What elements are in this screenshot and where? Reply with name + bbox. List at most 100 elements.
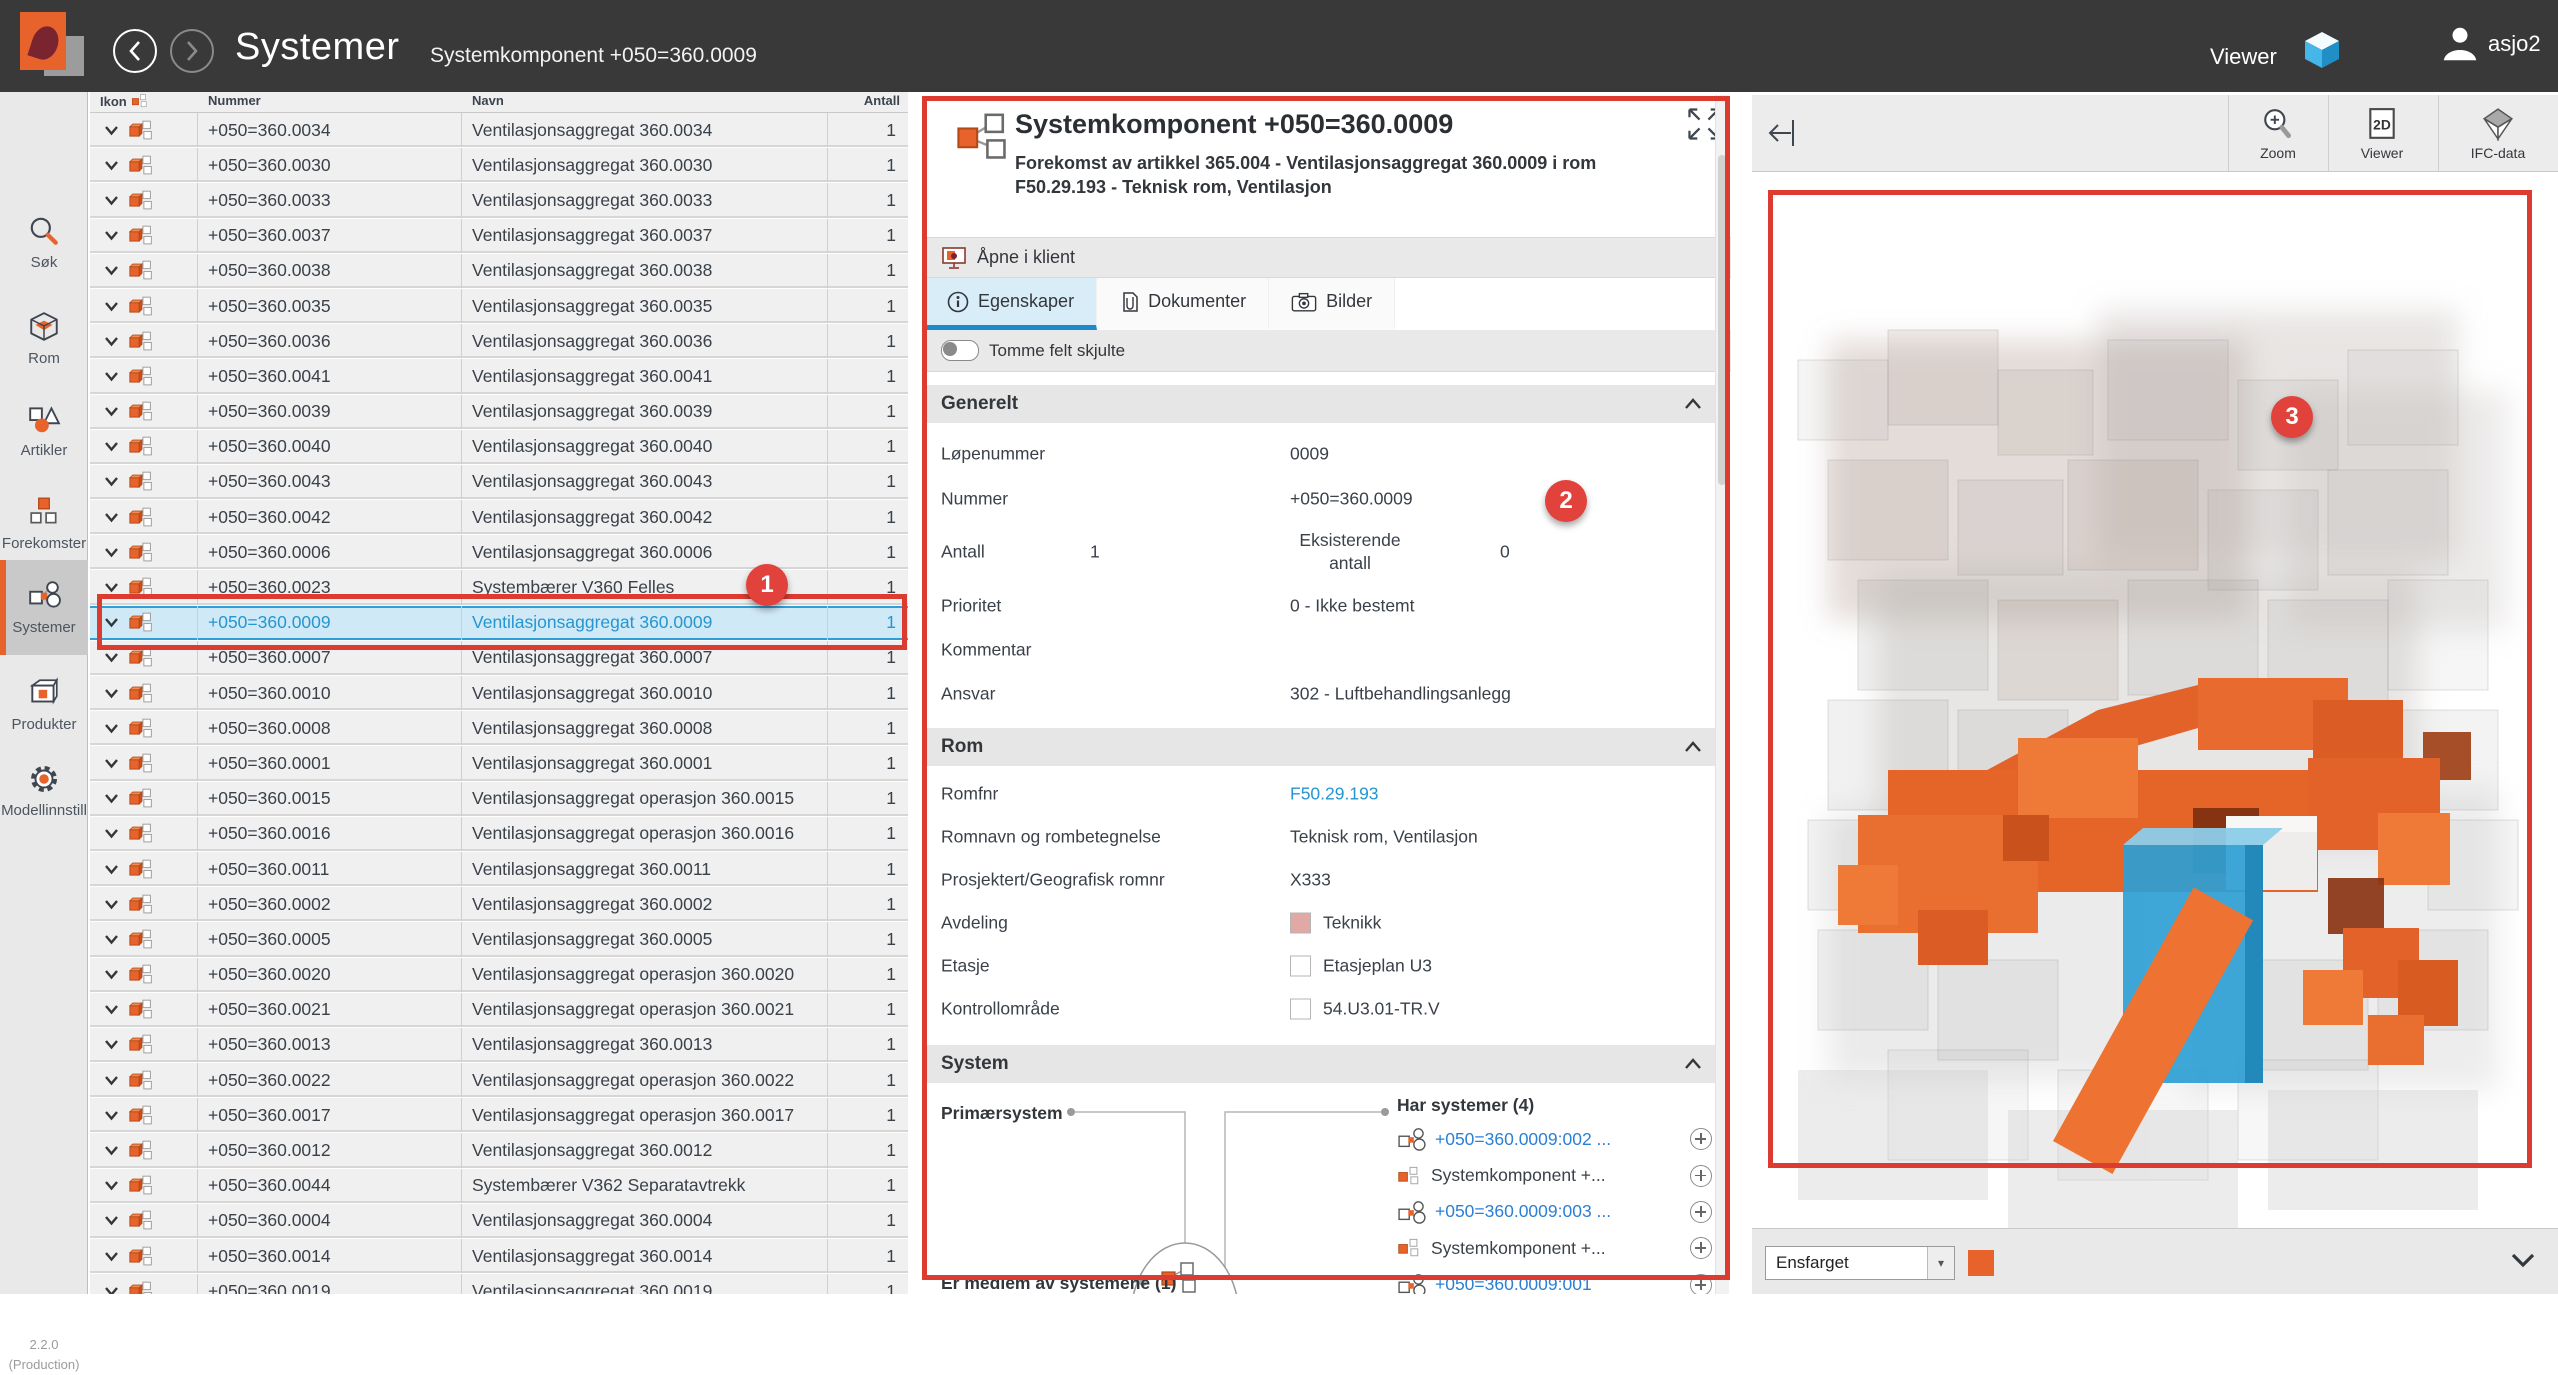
table-row[interactable]: +050=360.0041 Ventilasjonsaggregat 360.0…: [90, 359, 908, 394]
collapse-panel-icon[interactable]: [1762, 115, 1802, 151]
color-swatch: [1290, 998, 1311, 1019]
table-row[interactable]: +050=360.0006 Ventilasjonsaggregat 360.0…: [90, 535, 908, 570]
row-navn: Ventilasjonsaggregat 360.0034: [462, 113, 828, 147]
table-row[interactable]: +050=360.0012 Ventilasjonsaggregat 360.0…: [90, 1133, 908, 1168]
viewer-mode-label[interactable]: Viewer: [2210, 44, 2277, 70]
chevron-down-icon: [104, 336, 119, 347]
forward-button[interactable]: [170, 29, 214, 73]
viewer-cube-icon[interactable]: [2300, 28, 2344, 77]
sidebar-item-modellinnstillinger[interactable]: Modellinnstill: [0, 744, 88, 837]
room-number-link[interactable]: F50.29.193: [1290, 783, 1379, 804]
table-row[interactable]: +050=360.0004 Ventilasjonsaggregat 360.0…: [90, 1204, 908, 1239]
add-icon[interactable]: [1690, 1165, 1712, 1187]
table-row[interactable]: +050=360.0019 Ventilasjonsaggregat 360.0…: [90, 1274, 908, 1294]
table-row[interactable]: +050=360.0022 Ventilasjonsaggregat opera…: [90, 1063, 908, 1098]
add-icon[interactable]: [1690, 1201, 1712, 1223]
has-system-item[interactable]: +050=360.0009:001: [1397, 1267, 1712, 1294]
row-nummer: +050=360.0012: [198, 1133, 462, 1167]
sidebar-item-rom[interactable]: Rom: [0, 292, 88, 385]
table-row[interactable]: +050=360.0042 Ventilasjonsaggregat 360.0…: [90, 500, 908, 535]
table-row[interactable]: +050=360.0034 Ventilasjonsaggregat 360.0…: [90, 113, 908, 148]
row-antall: 1: [828, 817, 906, 851]
table-row[interactable]: +050=360.0009 Ventilasjonsaggregat 360.0…: [90, 606, 908, 641]
chevron-down-icon: [104, 160, 119, 171]
table-row[interactable]: +050=360.0020 Ventilasjonsaggregat opera…: [90, 958, 908, 993]
page-title: Systemer: [235, 26, 399, 69]
table-row[interactable]: +050=360.0035 Ventilasjonsaggregat 360.0…: [90, 289, 908, 324]
breadcrumb: Systemkomponent +050=360.0009: [430, 44, 757, 68]
app-logo-icon[interactable]: [20, 12, 90, 80]
ifc-data-icon: [2481, 107, 2515, 141]
2d-viewer-icon: 2D: [2366, 107, 2398, 141]
table-row[interactable]: +050=360.0030 Ventilasjonsaggregat 360.0…: [90, 148, 908, 183]
table-row[interactable]: +050=360.0038 Ventilasjonsaggregat 360.0…: [90, 254, 908, 289]
sidebar: Søk Rom Artikler For: [0, 92, 88, 1294]
sidebar-item-sok[interactable]: Søk: [0, 196, 88, 289]
table-row[interactable]: +050=360.0013 Ventilasjonsaggregat 360.0…: [90, 1028, 908, 1063]
has-system-item[interactable]: +050=360.0009:003 ...: [1397, 1194, 1712, 1230]
system-icon: [128, 189, 156, 212]
3d-viewport[interactable]: [1752, 172, 2558, 1228]
table-row[interactable]: +050=360.0017 Ventilasjonsaggregat opera…: [90, 1098, 908, 1133]
sidebar-item-systemer[interactable]: Systemer: [0, 560, 88, 655]
section-header-rom[interactable]: Rom: [925, 728, 1718, 766]
row-navn: Ventilasjonsaggregat 360.0005: [462, 922, 828, 956]
column-header-nummer: Nummer: [208, 93, 261, 108]
toggle-switch[interactable]: [941, 340, 979, 361]
table-row[interactable]: +050=360.0044 Systembærer V362 Separatav…: [90, 1169, 908, 1204]
detail-scrollbar[interactable]: [1715, 95, 1729, 1294]
2d-viewer-button[interactable]: 2D Viewer: [2334, 101, 2430, 167]
row-nummer: +050=360.0033: [198, 183, 462, 217]
table-row[interactable]: +050=360.0043 Ventilasjonsaggregat 360.0…: [90, 465, 908, 500]
back-button[interactable]: [113, 29, 157, 73]
has-system-item[interactable]: +050=360.0009:002 ...: [1397, 1121, 1712, 1157]
sidebar-item-forekomster[interactable]: Forekomster: [0, 477, 88, 570]
table-row[interactable]: +050=360.0002 Ventilasjonsaggregat 360.0…: [90, 887, 908, 922]
table-row[interactable]: +050=360.0033 Ventilasjonsaggregat 360.0…: [90, 183, 908, 218]
row-antall: 1: [828, 1133, 906, 1167]
user-menu[interactable]: asjo2: [2440, 24, 2541, 64]
table-row[interactable]: +050=360.0040 Ventilasjonsaggregat 360.0…: [90, 430, 908, 465]
zoom-button[interactable]: Zoom: [2230, 101, 2326, 167]
table-row[interactable]: +050=360.0015 Ventilasjonsaggregat opera…: [90, 782, 908, 817]
annotation-circle-1: 1: [746, 564, 788, 606]
table-row[interactable]: +050=360.0014 Ventilasjonsaggregat 360.0…: [90, 1239, 908, 1274]
open-in-client-button[interactable]: Åpne i klient: [925, 237, 1731, 278]
chevron-down-icon[interactable]: [2510, 1251, 2536, 1269]
add-icon[interactable]: [1690, 1237, 1712, 1259]
row-navn: Ventilasjonsaggregat 360.0040: [462, 430, 828, 464]
row-nummer: +050=360.0009: [198, 606, 462, 640]
row-antall: 1: [828, 993, 906, 1027]
table-row[interactable]: +050=360.0016 Ventilasjonsaggregat opera…: [90, 817, 908, 852]
add-icon[interactable]: [1690, 1274, 1712, 1294]
section-header-system[interactable]: System: [925, 1045, 1718, 1083]
table-row[interactable]: +050=360.0037 Ventilasjonsaggregat 360.0…: [90, 219, 908, 254]
table-row[interactable]: +050=360.0001 Ventilasjonsaggregat 360.0…: [90, 746, 908, 781]
sidebar-item-produkter[interactable]: Produkter: [0, 658, 88, 751]
table-row[interactable]: +050=360.0021 Ventilasjonsaggregat opera…: [90, 993, 908, 1028]
table-row[interactable]: +050=360.0036 Ventilasjonsaggregat 360.0…: [90, 324, 908, 359]
system-icon: [1397, 1273, 1427, 1294]
table-row[interactable]: +050=360.0008 Ventilasjonsaggregat 360.0…: [90, 711, 908, 746]
tab-bilder[interactable]: Bilder: [1269, 278, 1395, 330]
has-system-item[interactable]: Systemkomponent +...: [1397, 1230, 1712, 1266]
app-version: 2.2.0 (Production): [0, 1335, 88, 1375]
generelt-fields: Løpenummer 0009 Nummer +050=360.0009 Ant…: [925, 423, 1718, 716]
sidebar-item-artikler[interactable]: Artikler: [0, 384, 88, 477]
row-navn: Ventilasjonsaggregat 360.0036: [462, 324, 828, 358]
row-nummer: +050=360.0044: [198, 1169, 462, 1203]
section-header-generelt[interactable]: Generelt: [925, 385, 1718, 423]
add-icon[interactable]: [1690, 1128, 1712, 1150]
table-row[interactable]: +050=360.0007 Ventilasjonsaggregat 360.0…: [90, 641, 908, 676]
table-row[interactable]: +050=360.0010 Ventilasjonsaggregat 360.0…: [90, 676, 908, 711]
table-row[interactable]: +050=360.0005 Ventilasjonsaggregat 360.0…: [90, 922, 908, 957]
chevron-down-icon: [104, 1075, 119, 1086]
tab-dokumenter[interactable]: Dokumenter: [1097, 278, 1269, 330]
tab-egenskaper[interactable]: Egenskaper: [925, 278, 1097, 330]
ifc-data-button[interactable]: IFC-data: [2444, 101, 2552, 167]
color-mode-select[interactable]: Ensfarget ▾: [1765, 1246, 1955, 1280]
table-row[interactable]: +050=360.0039 Ventilasjonsaggregat 360.0…: [90, 395, 908, 430]
table-row[interactable]: +050=360.0011 Ventilasjonsaggregat 360.0…: [90, 852, 908, 887]
model-color-swatch: [1968, 1250, 1994, 1276]
has-system-item[interactable]: Systemkomponent +...: [1397, 1157, 1712, 1193]
